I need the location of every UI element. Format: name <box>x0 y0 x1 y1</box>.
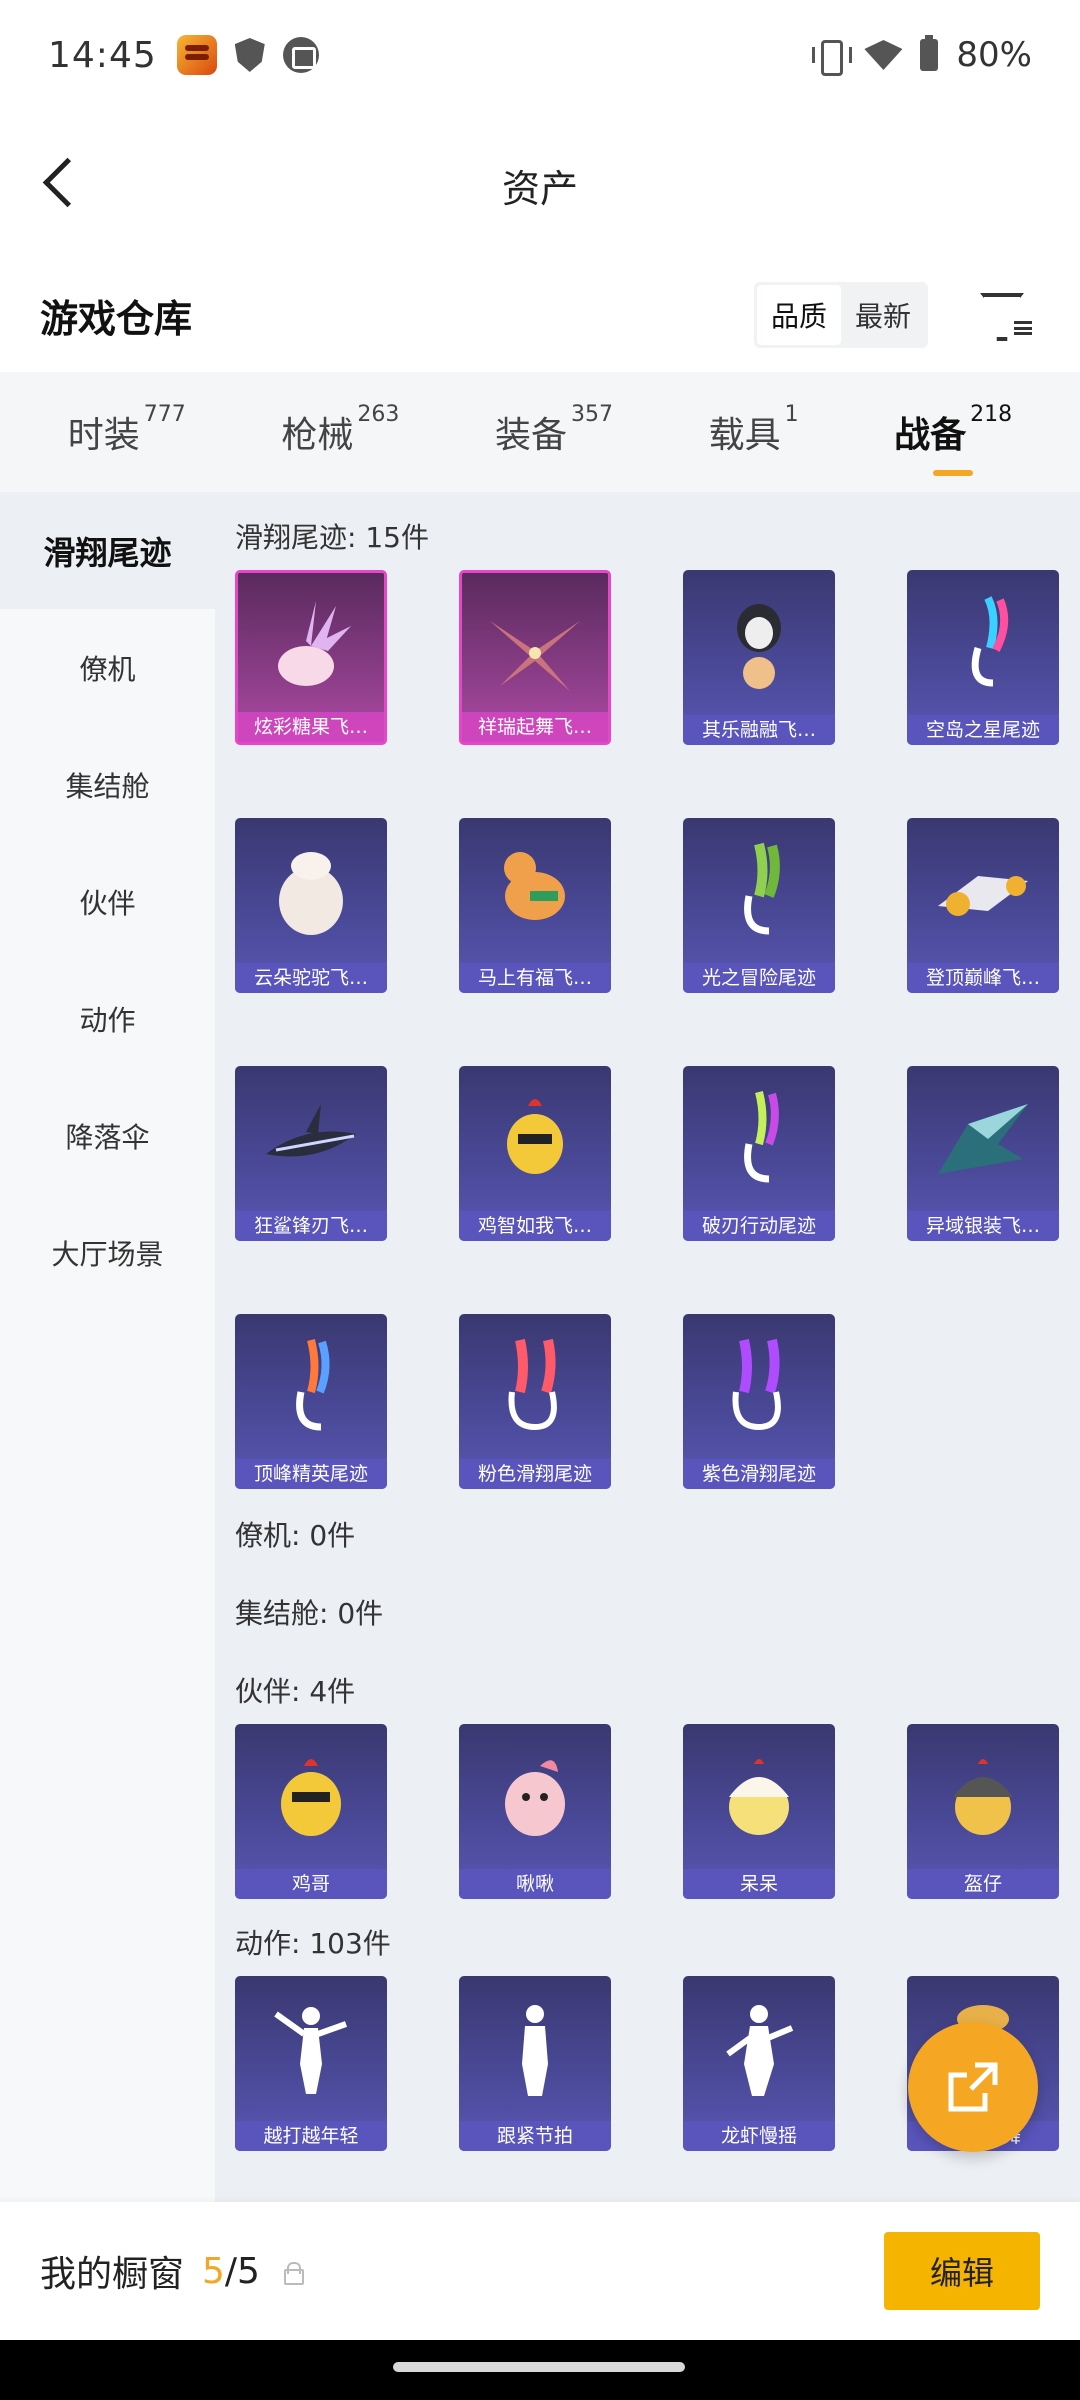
tab-equipment[interactable]: 装备 357 <box>494 402 613 458</box>
item-card[interactable]: 其乐融融飞… <box>683 570 835 745</box>
item-card[interactable]: 粉色滑翔尾迹 <box>459 1314 611 1489</box>
share-icon <box>948 2062 998 2112</box>
item-card[interactable]: 鸡智如我飞… <box>459 1066 611 1241</box>
item-card[interactable]: 啾啾 <box>459 1724 611 1899</box>
battery-percent: 80% <box>956 35 1032 75</box>
tab-count: 777 <box>143 402 186 427</box>
item-card[interactable]: 呆呆 <box>683 1724 835 1899</box>
item-card[interactable]: 紫色滑翔尾迹 <box>683 1314 835 1489</box>
tab-firearms[interactable]: 枪械 263 <box>281 402 399 458</box>
item-card[interactable]: 马上有福飞… <box>459 818 611 993</box>
sidebar: 滑翔尾迹 僚机 集结舱 伙伴 动作 降落伞 大厅场景 <box>0 492 215 2202</box>
tab-count: 218 <box>970 402 1013 427</box>
showcase-title: 我的橱窗 <box>40 2254 185 2295</box>
sidebar-item-lobby-scene[interactable]: 大厅场景 <box>0 1194 215 1311</box>
showcase-bar: 我的橱窗 5/5 编辑 <box>0 2202 1080 2340</box>
item-card[interactable]: 破刃行动尾迹 <box>683 1066 835 1241</box>
system-nav-bar <box>0 2340 1080 2400</box>
item-card[interactable]: 登顶巅峰飞… <box>907 818 1059 993</box>
tab-label: 战备 <box>894 415 967 456</box>
tab-count: 263 <box>357 402 400 427</box>
item-card[interactable]: 炫彩糖果飞… <box>235 570 387 745</box>
item-card[interactable]: 云朵驼驼飞… <box>235 818 387 993</box>
tab-count: 1 <box>784 402 799 427</box>
item-card[interactable]: 盔仔 <box>907 1724 1059 1899</box>
section-title-action: 动作: 103件 <box>235 1927 391 1960</box>
sidebar-item-action[interactable]: 动作 <box>0 960 215 1077</box>
section-title-partner: 伙伴: 4件 <box>235 1675 356 1708</box>
tab-combat-gear[interactable]: 战备 218 <box>894 402 1012 476</box>
home-gesture-handle[interactable] <box>393 2362 685 2372</box>
status-time: 14:45 <box>48 34 157 76</box>
item-card[interactable]: 空岛之星尾迹 <box>907 570 1059 745</box>
tab-count: 357 <box>570 402 613 427</box>
item-grid-area: 滑翔尾迹: 15件 炫彩糖果飞… 祥瑞起舞飞… 其乐融融飞… 空岛之星尾迹 云朵… <box>215 492 1080 2202</box>
sidebar-item-wingman[interactable]: 僚机 <box>0 609 215 726</box>
category-tabs: 时装 777 枪械 263 装备 357 载具 1 战备 218 <box>0 372 1080 492</box>
active-tab-indicator <box>933 470 974 476</box>
tab-fashion[interactable]: 时装 777 <box>67 402 186 458</box>
tab-label: 枪械 <box>281 415 354 456</box>
edit-button[interactable]: 编辑 <box>884 2232 1040 2310</box>
item-card[interactable]: 祥瑞起舞飞… <box>459 570 611 745</box>
status-icons-right: 80% <box>812 35 1032 76</box>
item-card[interactable]: 异域银装飞… <box>907 1066 1059 1241</box>
item-card[interactable]: 鸡哥 <box>235 1724 387 1899</box>
sort-quality-button[interactable]: 品质 <box>756 285 841 345</box>
back-button[interactable] <box>36 155 96 215</box>
vibrate-icon <box>812 40 853 76</box>
sort-newest-button[interactable]: 最新 <box>841 285 925 345</box>
page-header: 资产 <box>0 110 1080 260</box>
item-card[interactable]: 越打越年轻 <box>235 1976 387 2151</box>
section-title-wingman: 僚机: 0件 <box>235 1519 356 1552</box>
page-title: 资产 <box>501 166 578 211</box>
shield-icon <box>234 38 265 72</box>
tab-label: 载具 <box>708 415 781 456</box>
wifi-icon <box>864 40 903 70</box>
calendar-icon <box>282 37 319 73</box>
battery-icon <box>920 35 939 71</box>
status-bar: 14:45 80% <box>0 0 1080 110</box>
tab-vehicles[interactable]: 载具 1 <box>708 402 799 458</box>
item-card[interactable]: 光之冒险尾迹 <box>683 818 835 993</box>
lock-icon <box>282 2261 304 2285</box>
item-card[interactable]: 跟紧节拍 <box>459 1976 611 2151</box>
sidebar-item-glide-trail[interactable]: 滑翔尾迹 <box>0 492 215 609</box>
filter-icon[interactable] <box>974 287 1034 343</box>
tab-label: 装备 <box>494 415 567 456</box>
sort-toggle: 品质 最新 <box>753 282 928 348</box>
section-title-capsule: 集结舱: 0件 <box>235 1597 384 1630</box>
sidebar-item-partner[interactable]: 伙伴 <box>0 843 215 960</box>
section-title-glide: 滑翔尾迹: 15件 <box>235 521 429 554</box>
item-card[interactable]: 顶峰精英尾迹 <box>235 1314 387 1489</box>
sidebar-item-parachute[interactable]: 降落伞 <box>0 1077 215 1194</box>
share-button[interactable] <box>908 2022 1038 2152</box>
showcase-count: 5/5 <box>202 2250 260 2292</box>
item-card[interactable]: 狂鲨锋刃飞… <box>235 1066 387 1241</box>
item-card[interactable]: 龙虾慢摇 <box>683 1976 835 2151</box>
sidebar-item-capsule[interactable]: 集结舱 <box>0 726 215 843</box>
status-icons-left <box>176 35 319 75</box>
warehouse-bar: 游戏仓库 品质 最新 <box>0 260 1080 370</box>
app-icon <box>176 35 217 75</box>
warehouse-title: 游戏仓库 <box>40 296 193 341</box>
tab-label: 时装 <box>67 415 140 456</box>
